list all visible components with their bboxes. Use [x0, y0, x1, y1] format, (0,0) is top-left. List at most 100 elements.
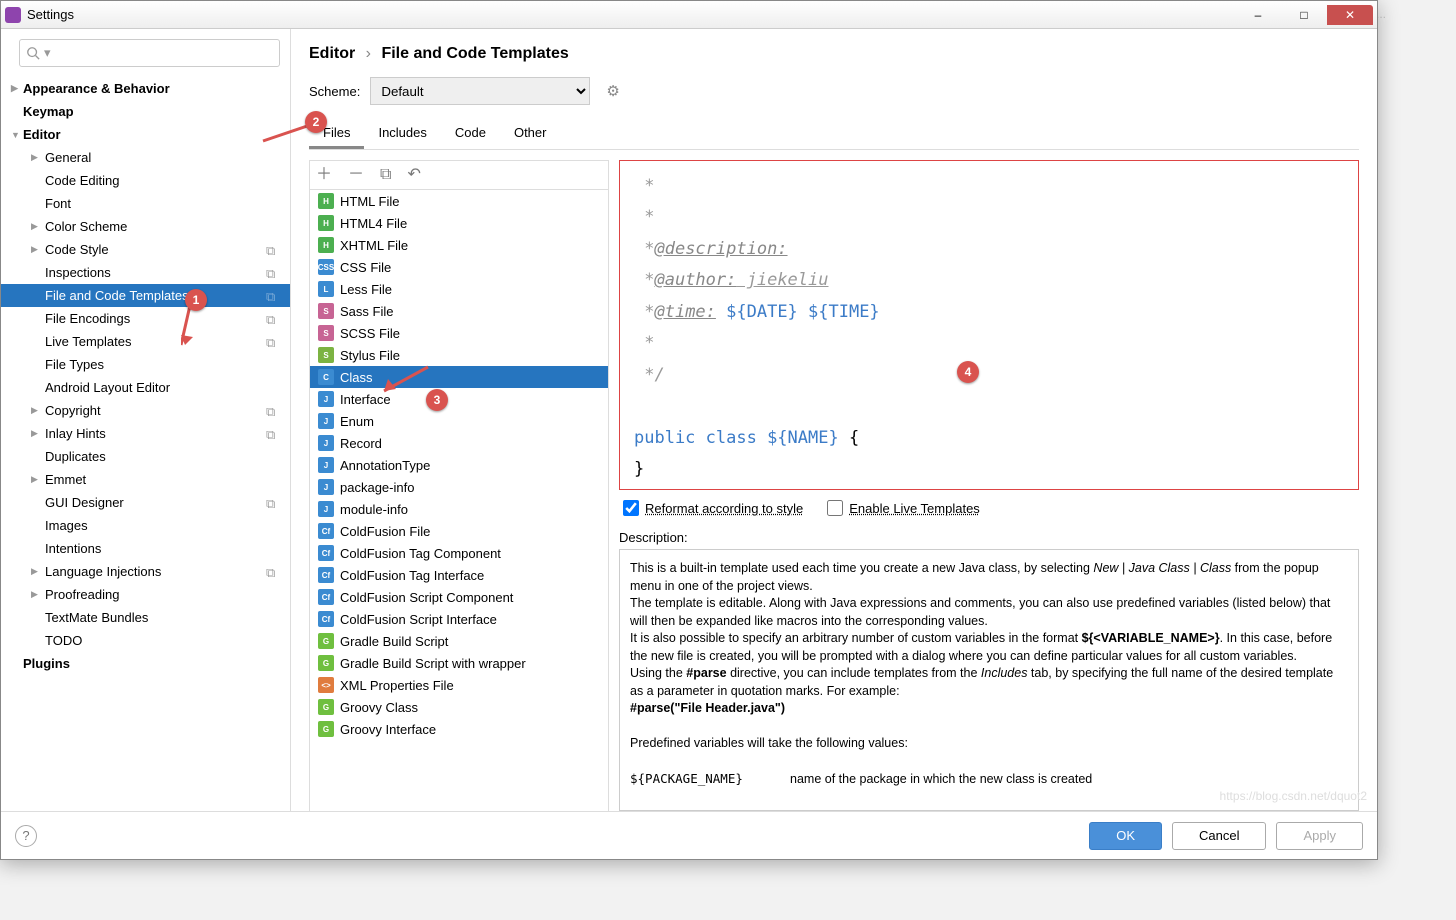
- template-item[interactable]: CfColdFusion Script Interface: [310, 608, 608, 630]
- template-item[interactable]: Jmodule-info: [310, 498, 608, 520]
- nav-item[interactable]: Font: [1, 192, 290, 215]
- gear-icon[interactable]: ⚙: [606, 82, 619, 100]
- nav-item[interactable]: Intentions: [1, 537, 290, 560]
- tab[interactable]: Other: [500, 119, 561, 149]
- nav-item[interactable]: TextMate Bundles: [1, 606, 290, 629]
- nav-item[interactable]: TODO: [1, 629, 290, 652]
- template-item[interactable]: <>XML Properties File: [310, 674, 608, 696]
- maximize-button[interactable]: □: [1281, 5, 1327, 25]
- template-item[interactable]: GGradle Build Script: [310, 630, 608, 652]
- nav-item[interactable]: Code Editing: [1, 169, 290, 192]
- nav-item[interactable]: ▶Emmet: [1, 468, 290, 491]
- remove-icon[interactable]: －: [348, 167, 364, 183]
- tab[interactable]: Code: [441, 119, 500, 149]
- titlebar: Settings – □ ✕: [1, 1, 1377, 29]
- scheme-label: Scheme:: [309, 84, 360, 99]
- nav-item[interactable]: File Encodings⧉: [1, 307, 290, 330]
- nav-item[interactable]: File and Code Templates⧉: [1, 284, 290, 307]
- enable-lt-input[interactable]: [827, 500, 843, 516]
- template-item[interactable]: CClass: [310, 366, 608, 388]
- nav-item[interactable]: Inspections⧉: [1, 261, 290, 284]
- template-item[interactable]: CSSCSS File: [310, 256, 608, 278]
- nav-item[interactable]: GUI Designer⧉: [1, 491, 290, 514]
- template-item[interactable]: CfColdFusion File: [310, 520, 608, 542]
- nav-item[interactable]: ▶Language Injections⧉: [1, 560, 290, 583]
- window-title: Settings: [27, 7, 74, 22]
- nav-item[interactable]: ▶General: [1, 146, 290, 169]
- description-box: This is a built-in template used each ti…: [619, 549, 1359, 811]
- nav-item[interactable]: Live Templates⧉: [1, 330, 290, 353]
- file-icon: C: [318, 369, 334, 385]
- template-item[interactable]: JEnum: [310, 410, 608, 432]
- apply-button[interactable]: Apply: [1276, 822, 1363, 850]
- template-item[interactable]: HXHTML File: [310, 234, 608, 256]
- nav-item[interactable]: ▶Code Style⧉: [1, 238, 290, 261]
- template-item[interactable]: GGroovy Class: [310, 696, 608, 718]
- file-icon: S: [318, 347, 334, 363]
- template-item[interactable]: SStylus File: [310, 344, 608, 366]
- file-icon: J: [318, 479, 334, 495]
- template-item[interactable]: SSass File: [310, 300, 608, 322]
- watermark: https://blog.csdn.net/dquot2: [1220, 789, 1367, 803]
- nav-item[interactable]: File Types: [1, 353, 290, 376]
- enable-lt-checkbox[interactable]: Enable Live Templates: [827, 500, 980, 516]
- template-item[interactable]: JRecord: [310, 432, 608, 454]
- app-icon: [5, 7, 21, 23]
- search-caret: ▾: [44, 45, 51, 61]
- breadcrumb-sep: ›: [366, 45, 371, 62]
- file-icon: S: [318, 325, 334, 341]
- file-icon: J: [318, 457, 334, 473]
- search-input[interactable]: ▾: [19, 39, 280, 67]
- template-item[interactable]: GGroovy Interface: [310, 718, 608, 740]
- tab[interactable]: Includes: [364, 119, 440, 149]
- settings-window: Settings – □ ✕ ▾ ▶Appearance & BehaviorK…: [0, 0, 1378, 860]
- nav-item[interactable]: ▼Editor: [1, 123, 290, 146]
- template-item[interactable]: JInterface: [310, 388, 608, 410]
- file-icon: Cf: [318, 589, 334, 605]
- file-icon: Cf: [318, 545, 334, 561]
- copy-icon[interactable]: ⧉: [380, 167, 391, 183]
- nav-item[interactable]: ▶Copyright⧉: [1, 399, 290, 422]
- template-list-pane: ＋ － ⧉ ↶ HHTML FileHHTML4 FileHXHTML File…: [309, 160, 609, 811]
- close-button[interactable]: ✕: [1327, 5, 1373, 25]
- template-item[interactable]: CfColdFusion Tag Interface: [310, 564, 608, 586]
- ok-button[interactable]: OK: [1089, 822, 1162, 850]
- minimize-button[interactable]: –: [1235, 5, 1281, 25]
- nav-item[interactable]: ▶Proofreading: [1, 583, 290, 606]
- nav-item[interactable]: Duplicates: [1, 445, 290, 468]
- add-icon[interactable]: ＋: [316, 167, 332, 183]
- file-icon: CSS: [318, 259, 334, 275]
- scheme-select[interactable]: Default: [370, 77, 590, 105]
- template-item[interactable]: SSCSS File: [310, 322, 608, 344]
- nav-item[interactable]: Images: [1, 514, 290, 537]
- cancel-button[interactable]: Cancel: [1172, 822, 1266, 850]
- file-icon: G: [318, 633, 334, 649]
- description-label: Description:: [619, 530, 1359, 545]
- file-icon: G: [318, 655, 334, 671]
- help-button[interactable]: ?: [15, 825, 37, 847]
- nav-item[interactable]: ▶Color Scheme: [1, 215, 290, 238]
- template-item[interactable]: HHTML File: [310, 190, 608, 212]
- callout-3: 3: [426, 389, 448, 411]
- nav-item[interactable]: ▶Appearance & Behavior: [1, 77, 290, 100]
- reformat-input[interactable]: [623, 500, 639, 516]
- template-item[interactable]: HHTML4 File: [310, 212, 608, 234]
- code-editor[interactable]: * * *@description: *@author: jiekeliu *@…: [619, 160, 1359, 490]
- nav-item[interactable]: Keymap: [1, 100, 290, 123]
- file-icon: <>: [318, 677, 334, 693]
- template-item[interactable]: CfColdFusion Tag Component: [310, 542, 608, 564]
- file-icon: L: [318, 281, 334, 297]
- template-item[interactable]: JAnnotationType: [310, 454, 608, 476]
- template-item[interactable]: Jpackage-info: [310, 476, 608, 498]
- template-item[interactable]: LLess File: [310, 278, 608, 300]
- file-icon: J: [318, 435, 334, 451]
- file-icon: G: [318, 721, 334, 737]
- nav-item[interactable]: ▶Inlay Hints⧉: [1, 422, 290, 445]
- nav-item[interactable]: Android Layout Editor: [1, 376, 290, 399]
- nav-item[interactable]: Plugins: [1, 652, 290, 675]
- settings-nav: ▶Appearance & BehaviorKeymap▼Editor▶Gene…: [1, 77, 290, 817]
- revert-icon[interactable]: ↶: [407, 167, 420, 183]
- reformat-checkbox[interactable]: Reformat according to style: [623, 500, 803, 516]
- template-item[interactable]: GGradle Build Script with wrapper: [310, 652, 608, 674]
- template-item[interactable]: CfColdFusion Script Component: [310, 586, 608, 608]
